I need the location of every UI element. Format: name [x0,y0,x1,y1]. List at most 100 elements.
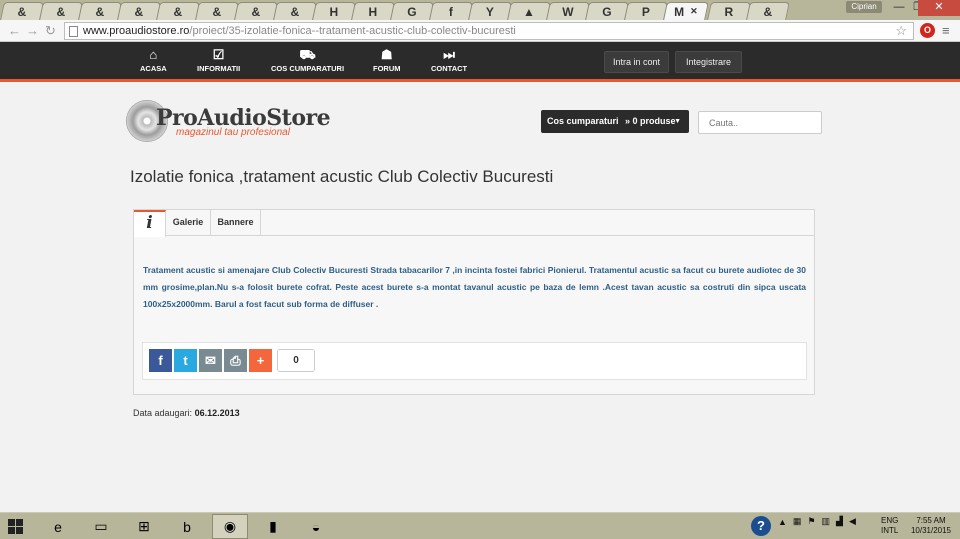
browser-tab[interactable]: & [195,2,239,20]
home-icon: ⌂ [149,47,158,62]
browser-tab[interactable]: f [429,2,473,20]
nav-label: CONTACT [431,64,468,73]
tab-favicon-icon: G [407,4,417,19]
forward-icon[interactable]: → [26,23,39,39]
browser-tab[interactable]: M ✕ [663,2,709,20]
nav-forum[interactable]: ☗ FORUM [373,47,401,74]
next-icon: ⏭ [443,47,455,62]
nav-informatii[interactable]: ☑ INFORMATII [197,48,240,74]
tray-chevron-icon[interactable]: ▲ [778,517,787,527]
volume-icon[interactable]: ◀ [849,516,856,527]
browser-tab[interactable]: G [585,2,629,20]
address-bar[interactable]: www.proaudiostore.ro/proiect/35-izolatie… [64,22,914,40]
tab-favicon-icon: & [290,4,300,19]
tab-favicon-icon: W [562,4,574,19]
network-app-icon[interactable]: ◒ [298,514,334,539]
browser-tab[interactable]: R [707,2,751,20]
tab-favicon-icon: H [368,4,378,19]
flag-icon[interactable]: ⚑ [807,516,815,527]
search-input[interactable] [698,111,822,134]
nav-label: ACASA [140,64,167,73]
excel-icon[interactable]: ⊞ [126,514,162,539]
nav-contact[interactable]: ⏭ CONTACT [431,47,468,74]
browser-tab-strip: &&&&&&&&HHGfY▲WGPM✕R& Ciprian — ❐ ✕ [0,0,960,20]
network-icon[interactable]: ▥ [822,516,831,527]
cart-label: Cos cumparaturi [547,116,619,126]
login-button[interactable]: Intra in cont [604,51,669,73]
nav-label: FORUM [373,64,401,73]
share-count: 0 [277,349,315,372]
browser-tab[interactable]: & [0,2,44,20]
profile-name[interactable]: Ciprian [846,1,882,13]
browser-tab[interactable]: ▲ [507,2,551,20]
tab-favicon-icon: M [674,4,685,19]
bookmark-star-icon[interactable]: ☆ [895,23,907,39]
tab-favicon-icon: & [56,4,66,19]
browser-tab[interactable]: Y [468,2,512,20]
print-icon[interactable]: ⎙ [224,349,247,372]
office-icon[interactable]: ▮ [255,514,291,539]
menu-icon[interactable]: ≡ [942,23,950,38]
reload-icon[interactable]: ↻ [45,23,56,39]
browser-tab[interactable]: & [156,2,200,20]
tray-grid-icon[interactable]: ▦ [793,516,802,527]
chrome-icon[interactable]: ◉ [212,514,248,539]
browser-tab[interactable]: H [312,2,356,20]
tab-galerie[interactable]: Galerie [166,210,211,236]
caret-down-icon: ▼ [674,118,681,125]
browser-tab[interactable]: P [624,2,668,20]
cart-dropdown-button[interactable]: Cos cumparaturi » 0 produse ▼ [541,110,689,133]
nav-acasa[interactable]: ⌂ ACASA [140,47,167,74]
tabs-bar: i Galerie Bannere [134,210,814,237]
email-icon[interactable]: ✉ [199,349,222,372]
lang-layout: INTL [881,526,899,535]
tab-favicon-icon: ▲ [522,4,535,19]
help-icon[interactable]: ? [751,516,771,536]
tab-favicon-icon: H [329,4,339,19]
site-logo[interactable]: ProAudioStore magazinul tau profesional [126,100,331,144]
user-icon: ☗ [380,47,393,62]
browser-tab[interactable]: & [234,2,278,20]
plus-icon[interactable]: + [249,349,272,372]
page-title: Izolatie fonica ,tratament acustic Club … [130,167,554,186]
browser-tab[interactable]: & [273,2,317,20]
browser-tab[interactable]: W [546,2,590,20]
browser-tab[interactable]: & [39,2,83,20]
clock-date: 10/31/2015 [910,526,952,535]
tab-bannere[interactable]: Bannere [211,210,261,236]
internet-explorer-icon[interactable]: e [40,514,76,539]
site-navbar: ⌂ ACASA ☑ INFORMATII ⛟ COS CUMPARATURI ☗… [0,42,960,82]
project-tabs-panel: i Galerie Bannere Tratament acustic si a… [133,209,815,395]
browser-tab[interactable]: & [117,2,161,20]
windows-start-icon[interactable] [8,519,23,534]
url-domain: www.proaudiostore.ro [83,25,190,37]
browser-tab[interactable]: & [746,2,790,20]
system-clock[interactable]: 7:55 AM 10/31/2015 [908,516,954,536]
register-button[interactable]: Integistrare [675,51,742,73]
close-window-icon[interactable]: ✕ [918,0,960,16]
browser-tab[interactable]: & [78,2,122,20]
file-explorer-icon[interactable]: ▭ [83,514,119,539]
browser-tab[interactable]: G [390,2,434,20]
page-icon [69,26,78,37]
browser-toolbar: ← → ↻ www.proaudiostore.ro/proiect/35-iz… [0,20,960,42]
twitter-icon[interactable]: t [174,349,197,372]
date-value: 06.12.2013 [194,408,240,418]
tab-favicon-icon: & [763,4,773,19]
system-tray: ▲ ▦ ⚑ ▥ ▟ ◀ [778,516,856,527]
facebook-icon[interactable]: f [149,349,172,372]
tab-favicon-icon: & [212,4,222,19]
tab-favicon-icon: & [95,4,105,19]
extension-icon[interactable]: O [920,23,935,38]
close-tab-icon[interactable]: ✕ [690,6,698,17]
signal-icon[interactable]: ▟ [836,516,843,527]
tab-favicon-icon: & [251,4,261,19]
browser-tab[interactable]: H [351,2,395,20]
back-icon[interactable]: ← [8,23,21,39]
language-indicator[interactable]: ENG INTL [881,516,898,536]
bing-icon[interactable]: b [169,514,205,539]
share-bar: f t ✉ ⎙ + 0 [142,342,807,380]
lang-code: ENG [881,516,899,525]
nav-cos-cumparaturi[interactable]: ⛟ COS CUMPARATURI [271,48,344,74]
tab-info[interactable]: i [134,210,166,237]
